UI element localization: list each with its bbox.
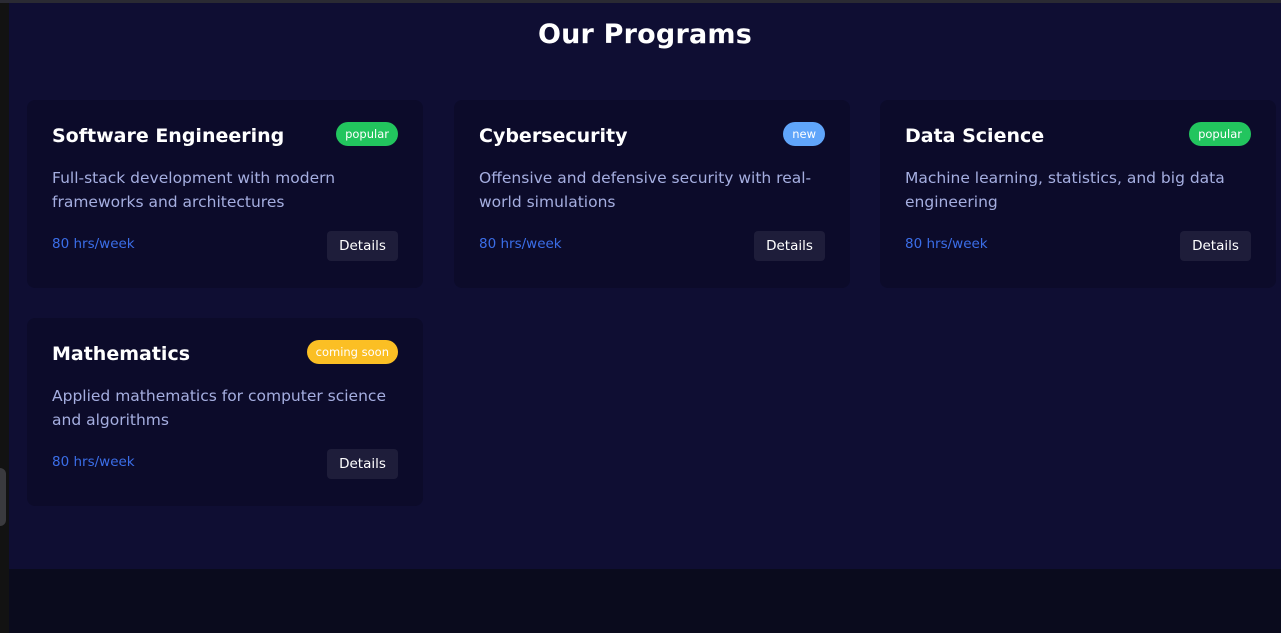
details-button[interactable]: Details xyxy=(327,449,398,479)
details-button[interactable]: Details xyxy=(754,231,825,261)
program-card-software-engineering: Software Engineering popular Full-stack … xyxy=(27,100,423,288)
program-description: Offensive and defensive security with re… xyxy=(479,169,812,211)
program-title: Mathematics xyxy=(52,343,191,365)
program-hours: 80 hrs/week xyxy=(52,236,135,252)
section-title: Our Programs xyxy=(537,19,752,50)
page-footer xyxy=(9,569,1281,633)
program-hours: 80 hrs/week xyxy=(905,236,988,252)
program-description: Machine learning, statistics, and big da… xyxy=(905,169,1225,211)
side-drawer-handle[interactable] xyxy=(0,468,6,526)
program-hours: 80 hrs/week xyxy=(479,236,562,252)
status-badge: popular xyxy=(1189,122,1251,146)
program-hours: 80 hrs/week xyxy=(52,454,135,470)
programs-section: Our Programs Software Engineering popula… xyxy=(9,3,1281,569)
left-edge-panel xyxy=(0,3,9,633)
program-title: Software Engineering xyxy=(52,125,285,147)
program-card-data-science: Data Science popular Machine learning, s… xyxy=(880,100,1276,288)
program-description: Applied mathematics for computer science… xyxy=(52,387,386,429)
program-title: Data Science xyxy=(905,125,1045,147)
status-badge: coming soon xyxy=(306,340,398,364)
status-badge: new xyxy=(783,122,825,146)
program-card-cybersecurity: Cybersecurity new Offensive and defensiv… xyxy=(454,100,850,288)
program-title: Cybersecurity xyxy=(479,125,628,147)
program-card-mathematics: Mathematics coming soon Applied mathemat… xyxy=(27,318,423,506)
program-description: Full-stack development with modern frame… xyxy=(52,169,336,211)
details-button[interactable]: Details xyxy=(327,231,398,261)
status-badge: popular xyxy=(336,122,398,146)
details-button[interactable]: Details xyxy=(1180,231,1251,261)
